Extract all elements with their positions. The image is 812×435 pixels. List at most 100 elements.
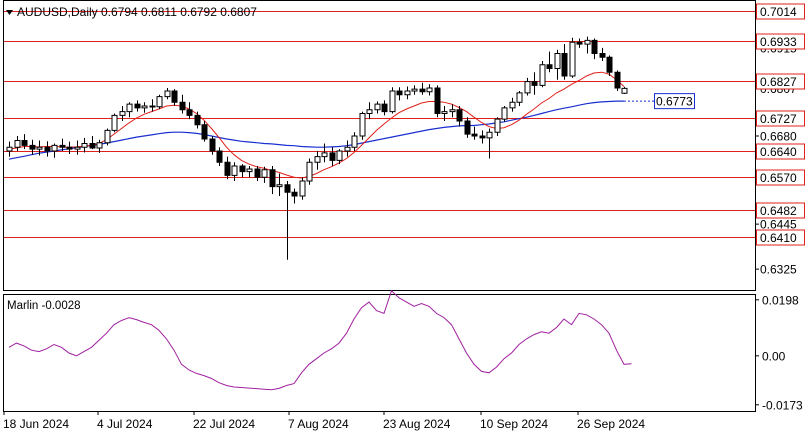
time-tick-label: 22 Jul 2024 <box>193 417 255 431</box>
candle-body <box>554 53 561 69</box>
candle-body <box>44 146 51 152</box>
candle-body <box>291 191 298 197</box>
candle-body <box>216 150 223 163</box>
price-tick-label: 0.6680 <box>760 130 797 144</box>
candle-body <box>321 152 328 158</box>
level-label: 0.6727 <box>760 112 797 126</box>
candle-body <box>389 90 396 113</box>
candle-body <box>336 150 343 161</box>
indicator-tick-label: 0.0198 <box>762 293 799 307</box>
candle-body <box>464 120 471 135</box>
candle-body <box>501 107 508 120</box>
candle-body <box>396 90 403 96</box>
candle-body <box>36 146 43 150</box>
candle-body <box>456 109 463 122</box>
price-tick-label: 0.6325 <box>760 263 797 277</box>
time-tick-label: 23 Aug 2024 <box>383 417 451 431</box>
time-tick-label: 18 Jun 2024 <box>3 417 69 431</box>
candle-body <box>246 168 253 173</box>
candle-body <box>314 156 321 163</box>
candle-body <box>591 39 598 54</box>
candle-body <box>426 87 433 93</box>
candle-body <box>59 144 66 148</box>
candle-body <box>254 168 261 178</box>
candle-body <box>471 133 478 137</box>
indicator-axis: 0.0198 0.00 -0.0173 <box>755 293 803 412</box>
candle-body <box>449 109 456 113</box>
candle-body <box>141 105 148 109</box>
candle-body <box>404 90 411 96</box>
time-tick-label: 7 Aug 2024 <box>288 417 349 431</box>
candle-body <box>381 103 388 113</box>
candle-body <box>186 109 193 116</box>
candle-body <box>599 53 606 58</box>
candle-body <box>546 64 553 69</box>
candle-body <box>179 101 186 111</box>
candle-body <box>239 165 246 173</box>
candle-body <box>74 146 81 150</box>
level-label: 0.6933 <box>760 35 797 49</box>
candle-body <box>419 88 426 93</box>
candle-body <box>134 103 141 109</box>
candle-body <box>494 118 501 133</box>
candle-body <box>119 111 126 116</box>
candle-body <box>51 144 58 152</box>
candle-body <box>111 114 118 131</box>
candle-body <box>81 143 88 148</box>
candle-body <box>584 39 591 45</box>
candle-body <box>516 92 523 103</box>
candle-body <box>509 101 516 109</box>
candle-body <box>149 105 156 108</box>
chart-title: AUDUSD,Daily 0.6794 0.6811 0.6792 0.6807 <box>17 5 257 19</box>
candle-body <box>434 87 441 114</box>
candle-body <box>486 131 493 139</box>
candle-body <box>359 113 366 137</box>
candle-body <box>441 111 448 114</box>
candle-body <box>194 114 201 126</box>
candle-body <box>606 56 613 73</box>
level-label: 0.6640 <box>760 145 797 159</box>
candle-body <box>351 135 358 148</box>
candle-body <box>14 140 21 148</box>
candle-body <box>231 165 238 176</box>
candle-body <box>366 109 373 114</box>
candle-body <box>524 81 531 94</box>
candle-body <box>224 161 231 176</box>
level-label: 0.6827 <box>760 75 797 89</box>
candle-body <box>261 169 268 178</box>
candle-body <box>89 143 96 149</box>
level-label: 0.6482 <box>760 204 797 218</box>
candle-body <box>329 152 336 161</box>
candle-body <box>374 103 381 111</box>
main-panel-frame <box>3 0 756 291</box>
candle-body <box>21 140 28 146</box>
candle-body <box>576 41 583 45</box>
audusd-daily-chart: AUDUSD,Daily 0.6794 0.6811 0.6792 0.6807… <box>3 0 805 431</box>
time-axis: 18 Jun 2024 4 Jul 2024 22 Jul 2024 7 Aug 20… <box>3 411 645 431</box>
candle-body <box>164 90 171 98</box>
time-tick-label: 4 Jul 2024 <box>97 417 153 431</box>
ma-value-label: 0.6773 <box>656 95 693 109</box>
candle-body <box>411 88 418 92</box>
candle-body <box>209 138 216 152</box>
indicator-tick-label: -0.0173 <box>762 398 803 412</box>
level-label: 0.6570 <box>760 171 797 185</box>
candle-body <box>156 96 163 108</box>
indicator-title: Marlin -0.0028 <box>7 300 81 312</box>
level-label: 0.7014 <box>760 5 797 19</box>
candle-body <box>561 53 568 77</box>
candle-body <box>66 146 73 150</box>
candle-body <box>299 180 306 197</box>
level-labels: 0.7014 0.6933 0.6827 0.6727 0.6640 0.6570 0.64… <box>756 3 805 246</box>
candle-body <box>96 142 103 149</box>
indicator-tick-label: 0.00 <box>762 349 786 363</box>
candle-body <box>306 161 313 182</box>
candle-body <box>284 184 291 193</box>
chart-header: AUDUSD,Daily 0.6794 0.6811 0.6792 0.6807 <box>6 5 257 19</box>
candle-body <box>539 64 546 86</box>
candle-body <box>621 87 628 94</box>
candle-body <box>479 135 486 139</box>
candle-body <box>531 81 538 86</box>
candle-body <box>6 146 13 152</box>
candle-body <box>269 169 276 188</box>
